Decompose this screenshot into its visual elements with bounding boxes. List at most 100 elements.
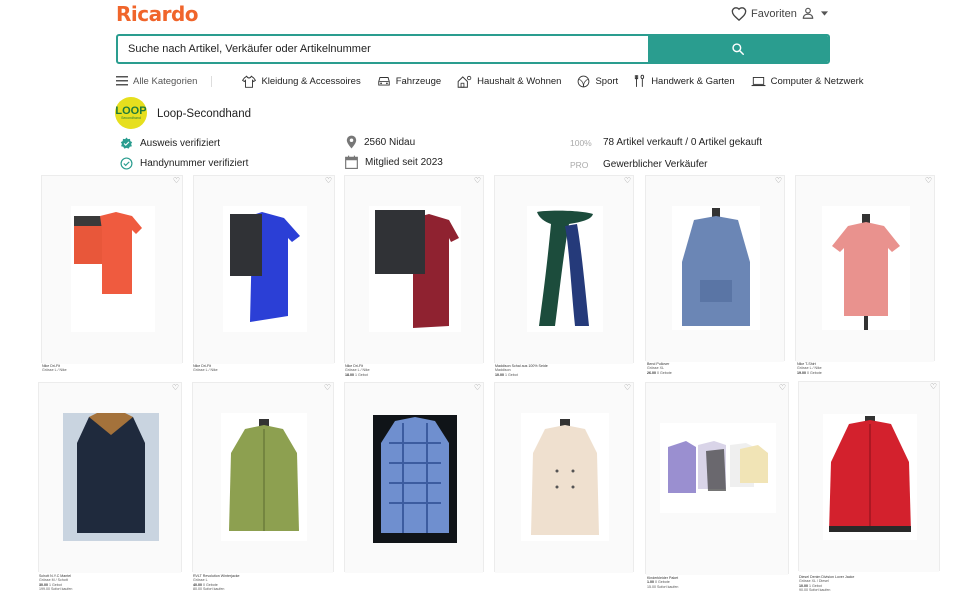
search-input[interactable]: [118, 36, 648, 62]
listing-card[interactable]: ♡: [494, 175, 634, 364]
nav-item-label: Computer & Netzwerk: [770, 75, 864, 87]
listing-caption: Kinderkleider Paket 1.00 0 Gebote 15.00 …: [647, 576, 787, 589]
nav-item-haushalt[interactable]: Haushalt & Wohnen: [457, 75, 561, 88]
listing-card[interactable]: ♡: [192, 382, 334, 573]
listing-bids: 0 Gebote: [807, 370, 822, 375]
nav-item-fahrzeuge[interactable]: Fahrzeuge: [377, 75, 441, 87]
favorites-label: Favoriten: [751, 7, 797, 20]
listing-card[interactable]: ♡: [41, 175, 183, 364]
listing-card[interactable]: ♡: [344, 382, 484, 573]
all-categories-label: Alle Kategorien: [133, 75, 198, 87]
seller-avatar[interactable]: LOOP Secondhand: [115, 97, 147, 129]
heart-icon[interactable]: ♡: [925, 177, 932, 185]
listing-image: [646, 383, 788, 575]
heart-icon[interactable]: ♡: [624, 384, 631, 392]
listing-card[interactable]: ♡: [38, 382, 182, 573]
heart-icon[interactable]: ♡: [775, 177, 782, 185]
listing-card[interactable]: ♡: [795, 175, 935, 362]
caret-down-icon: [821, 10, 828, 16]
ricardo-logo[interactable]: Ricardo: [116, 2, 199, 26]
laptop-icon: [751, 76, 766, 86]
heart-icon[interactable]: ♡: [930, 383, 937, 391]
seller-member-since: Mitglied seit 2023: [345, 155, 443, 169]
location-text: 2560 Nidau: [364, 136, 416, 148]
listing-image: [796, 176, 934, 362]
listing-price: 30.00: [39, 582, 48, 587]
nav-item-sport[interactable]: Sport: [577, 75, 618, 88]
listing-buy-now: 15.00 Sofort kaufen: [647, 584, 679, 589]
search-bar: [116, 34, 830, 64]
favorites-link[interactable]: Favoriten: [731, 6, 797, 21]
category-nav: Alle Kategorien Kleidung & Accessoires F…: [116, 72, 880, 90]
listing-caption: Schott N.Y.C Mantel Grösse M / Schott 30…: [39, 574, 179, 592]
search-button[interactable]: [648, 36, 828, 62]
listing-caption: Diesel Denim Division Lover Jacke Grösse…: [799, 575, 939, 593]
listing-card[interactable]: ♡: [193, 175, 335, 364]
heart-icon[interactable]: ♡: [474, 177, 481, 185]
listing-caption: Nike Dri-Fit Grösse L / Nike: [42, 364, 182, 373]
nav-item-label: Sport: [595, 75, 619, 87]
listing-bids: 0 Gebote: [655, 580, 670, 585]
listing-price: 1.00: [647, 580, 654, 585]
listing-image: [42, 176, 182, 364]
listing-caption: Maddison Schal aus 100% Seide Maddison 1…: [495, 364, 635, 377]
nav-item-kleidung[interactable]: Kleidung & Accessoires: [242, 75, 361, 88]
heart-icon[interactable]: ♡: [325, 177, 332, 185]
listing-meta: Grösse L / Nike: [42, 368, 67, 373]
listing-bids: 1 Gebot: [505, 372, 518, 377]
location-pin-icon: [346, 135, 357, 149]
listing-price: 10.00: [495, 372, 504, 377]
nav-item-label: Handwerk & Garten: [651, 75, 735, 87]
heart-icon[interactable]: ♡: [173, 177, 180, 185]
nav-item-label: Kleidung & Accessoires: [261, 75, 361, 87]
verified-badge-icon: [120, 137, 133, 149]
seller-type: PRO Gewerblicher Verkäufer: [570, 159, 708, 170]
user-menu[interactable]: [801, 6, 828, 20]
listing-caption: Nike Dri-Fit Grösse L / Nike: [193, 364, 333, 373]
all-categories-button[interactable]: Alle Kategorien: [116, 75, 213, 87]
listing-caption: Bend Pullover Grösse XL 26.00 0 Gebote: [647, 362, 787, 375]
listing-bids: 1 Gebot: [809, 583, 822, 588]
listing-image: [194, 176, 334, 364]
heart-icon: [731, 7, 747, 21]
listing-image: [39, 383, 181, 573]
listing-price: 10.00: [799, 583, 808, 588]
seller-name[interactable]: Loop-Secondhand: [157, 108, 251, 120]
listing-price: 18.00: [345, 372, 354, 377]
listing-price: 40.00: [193, 582, 202, 587]
listing-buy-now: 90.00 Sofort kaufen: [799, 588, 831, 593]
seller-type-text: Gewerblicher Verkäufer: [603, 159, 708, 170]
listing-meta: Grösse L / Nike: [193, 368, 218, 373]
listing-card[interactable]: ♡: [494, 382, 634, 573]
listing-card[interactable]: ♡: [344, 175, 484, 364]
heart-icon[interactable]: ♡: [624, 177, 631, 185]
listing-card[interactable]: ♡: [798, 381, 940, 572]
badge-phone-verified: Handynummer verifiziert: [120, 157, 248, 170]
heart-icon[interactable]: ♡: [172, 384, 179, 392]
car-icon: [378, 77, 390, 86]
calendar-icon: [345, 155, 358, 169]
listing-image: [646, 176, 784, 362]
heart-icon[interactable]: ♡: [324, 384, 331, 392]
shirt-icon: [242, 75, 257, 88]
tools-icon: [635, 74, 645, 87]
listing-card[interactable]: ♡: [645, 175, 785, 362]
avatar-logo-text: LOOP: [115, 104, 147, 117]
listing-card[interactable]: ♡: [645, 382, 789, 575]
badge-id-verified: Ausweis verifiziert: [120, 137, 220, 150]
heart-icon[interactable]: ♡: [779, 384, 786, 392]
nav-item-label: Fahrzeuge: [395, 75, 442, 87]
listing-bids: 1 Gebot: [355, 372, 368, 377]
heart-icon[interactable]: ♡: [474, 384, 481, 392]
listing-price: 26.00: [647, 370, 656, 375]
ball-icon: [578, 75, 590, 87]
check-circle-icon: [120, 157, 133, 170]
listing-bids: 1 Gebot: [49, 582, 62, 587]
listing-caption: RVLT Revolution Winterjacke Grösse L 40.…: [193, 574, 333, 592]
sold-bought-text: 78 Artikel verkauft / 0 Artikel gekauft: [603, 137, 762, 148]
listing-buy-now: 80.00 Sofort kaufen: [193, 587, 225, 592]
nav-item-computer[interactable]: Computer & Netzwerk: [751, 76, 864, 87]
listing-bids: 0 Gebote: [203, 582, 218, 587]
listing-image: [495, 383, 633, 573]
nav-item-handwerk[interactable]: Handwerk & Garten: [634, 74, 735, 88]
